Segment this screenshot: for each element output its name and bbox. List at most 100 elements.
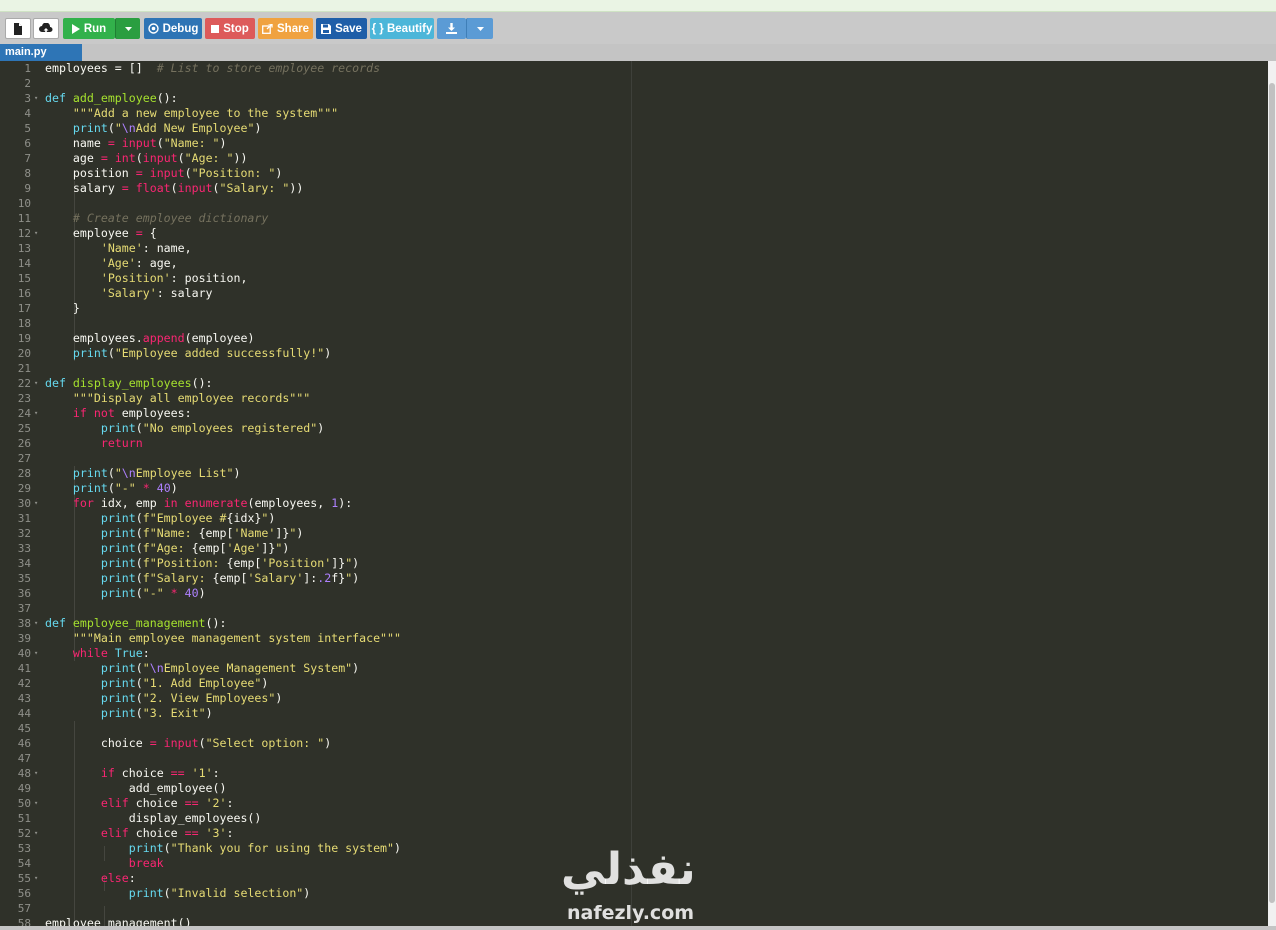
code-line[interactable]: 55 ▾ else:	[18, 871, 1268, 886]
new-file-button[interactable]	[5, 18, 31, 39]
code-line[interactable]: 50 ▾ elif choice == '2':	[18, 796, 1268, 811]
beautify-button[interactable]: { } Beautify	[370, 18, 434, 39]
share-button[interactable]: Share	[258, 18, 313, 39]
stop-button[interactable]: Stop	[205, 18, 255, 39]
fold-arrow-icon[interactable]: ▾	[34, 406, 38, 421]
fold-arrow-icon[interactable]: ▾	[34, 91, 38, 106]
code-line[interactable]: 20 print("Employee added successfully!")	[18, 346, 1268, 361]
code-line[interactable]: 37	[18, 601, 1268, 616]
code-line[interactable]: 52 ▾ elif choice == '3':	[18, 826, 1268, 841]
code-token: {emp[	[198, 526, 234, 540]
code-line[interactable]: 28 print("\nEmployee List")	[18, 466, 1268, 481]
code-line[interactable]: 47	[18, 751, 1268, 766]
code-line[interactable]: 12 ▾ employee = {	[18, 226, 1268, 241]
fold-arrow-icon[interactable]: ▾	[34, 226, 38, 241]
upload-button[interactable]	[33, 18, 59, 39]
code-token: "Name: "	[163, 136, 220, 150]
code-content[interactable]: 1 employees = [] # List to store employee…	[18, 61, 1268, 926]
code-line[interactable]: 36 print("-" * 40)	[18, 586, 1268, 601]
code-token: (employees,	[247, 496, 332, 510]
code-line[interactable]: 56 print("Invalid selection")	[18, 886, 1268, 901]
fold-arrow-icon[interactable]: ▾	[34, 616, 38, 631]
fold-arrow-icon[interactable]: ▾	[34, 796, 38, 811]
run-label: Run	[83, 22, 107, 35]
code-token: (	[135, 511, 143, 525]
download-button[interactable]	[437, 18, 466, 39]
code-line[interactable]: 26 return	[18, 436, 1268, 451]
debug-button[interactable]: Debug	[144, 18, 202, 39]
code-line[interactable]: 17 }	[18, 301, 1268, 316]
code-line[interactable]: 34 print(f"Position: {emp['Position']}")	[18, 556, 1268, 571]
fold-arrow-icon[interactable]: ▾	[34, 376, 38, 391]
run-options-dropdown[interactable]	[115, 18, 140, 39]
code-line[interactable]: 8 position = input("Position: ")	[24, 166, 1268, 181]
code-line[interactable]: 11 # Create employee dictionary	[18, 211, 1268, 226]
code-line[interactable]: 25 print("No employees registered")	[18, 421, 1268, 436]
code-line[interactable]: 3 ▾ def add_employee():	[24, 91, 1268, 106]
code-line[interactable]: 48 ▾ if choice == '1':	[18, 766, 1268, 781]
code-token: salary	[45, 181, 122, 195]
code-line[interactable]: 1 employees = [] # List to store employee…	[24, 61, 1268, 76]
code-token: =	[135, 226, 143, 240]
code-line[interactable]: 42 print("1. Add Employee")	[18, 676, 1268, 691]
vertical-scrollbar[interactable]	[1268, 61, 1276, 926]
code-line[interactable]: 27	[18, 451, 1268, 466]
code-line[interactable]: 41 print("\nEmployee Management System")	[18, 661, 1268, 676]
code-token: choice	[128, 826, 185, 840]
code-line[interactable]: 44 print("3. Exit")	[18, 706, 1268, 721]
code-line[interactable]: 58 employee_management()	[18, 916, 1268, 926]
code-line[interactable]: 15 'Position': position,	[18, 271, 1268, 286]
code-line[interactable]: 35 print(f"Salary: {emp['Salary']:.2f}")	[18, 571, 1268, 586]
code-line[interactable]: 57	[18, 901, 1268, 916]
code-line[interactable]: 19 employees.append(employee)	[18, 331, 1268, 346]
code-line[interactable]: 4 """Add a new employee to the system"""	[24, 106, 1268, 121]
code-line[interactable]: 21	[18, 361, 1268, 376]
fold-arrow-icon[interactable]: ▾	[34, 496, 38, 511]
fold-arrow-icon[interactable]: ▾	[34, 826, 38, 841]
code-line[interactable]: 40 ▾ while True:	[18, 646, 1268, 661]
tab-main-py[interactable]: main.py	[0, 44, 82, 61]
code-line[interactable]: 5 print("\nAdd New Employee")	[24, 121, 1268, 136]
code-line[interactable]: 16 'Salary': salary	[18, 286, 1268, 301]
code-line[interactable]: 46 choice = input("Select option: ")	[18, 736, 1268, 751]
line-number: 18	[17, 317, 31, 330]
code-line[interactable]: 39 """Main employee management system in…	[18, 631, 1268, 646]
code-line[interactable]: 23 """Display all employee records"""	[18, 391, 1268, 406]
code-line[interactable]: 22 ▾ def display_employees():	[18, 376, 1268, 391]
code-line[interactable]: 24 ▾ if not employees:	[18, 406, 1268, 421]
code-line[interactable]: 38 ▾ def employee_management():	[18, 616, 1268, 631]
code-line[interactable]: 30 ▾ for idx, emp in enumerate(employees,…	[18, 496, 1268, 511]
code-token: return	[100, 436, 143, 450]
code-line[interactable]: 33 print(f"Age: {emp['Age']}")	[18, 541, 1268, 556]
code-line[interactable]: 31 print(f"Employee #{idx}")	[18, 511, 1268, 526]
code-token: )	[254, 121, 262, 135]
scrollbar-thumb[interactable]	[1269, 83, 1275, 903]
code-line[interactable]: 43 print("2. View Employees")	[18, 691, 1268, 706]
code-line[interactable]: 49 add_employee()	[18, 781, 1268, 796]
save-button[interactable]: Save	[316, 18, 367, 39]
fold-arrow-icon[interactable]: ▾	[34, 766, 38, 781]
code-line[interactable]: 51 display_employees()	[18, 811, 1268, 826]
code-line[interactable]: 10	[18, 196, 1268, 211]
code-line[interactable]: 18	[18, 316, 1268, 331]
code-line[interactable]: 32 print(f"Name: {emp['Name']}")	[18, 526, 1268, 541]
code-line[interactable]: 2	[24, 76, 1268, 91]
code-line[interactable]: 54 break	[18, 856, 1268, 871]
code-line[interactable]: 14 'Age': age,	[18, 256, 1268, 271]
fold-arrow-icon[interactable]: ▾	[34, 871, 38, 886]
download-options-dropdown[interactable]	[466, 18, 493, 39]
code-token: )	[352, 556, 360, 570]
code-line[interactable]: 9 salary = float(input("Salary: "))	[24, 181, 1268, 196]
run-button[interactable]: Run	[63, 18, 115, 39]
code-line[interactable]: 6 name = input("Name: ")	[24, 136, 1268, 151]
code-editor[interactable]: 1 employees = [] # List to store employee…	[0, 61, 1268, 926]
code-line[interactable]: 7 age = int(input("Age: "))	[24, 151, 1268, 166]
fold-arrow-icon[interactable]: ▾	[34, 646, 38, 661]
code-token: (	[107, 346, 115, 360]
code-line[interactable]: 53 print("Thank you for using the system…	[18, 841, 1268, 856]
code-line[interactable]: 45	[18, 721, 1268, 736]
code-line[interactable]: 13 'Name': name,	[18, 241, 1268, 256]
code-token: (	[212, 181, 220, 195]
code-line[interactable]: 29 print("-" * 40)	[18, 481, 1268, 496]
